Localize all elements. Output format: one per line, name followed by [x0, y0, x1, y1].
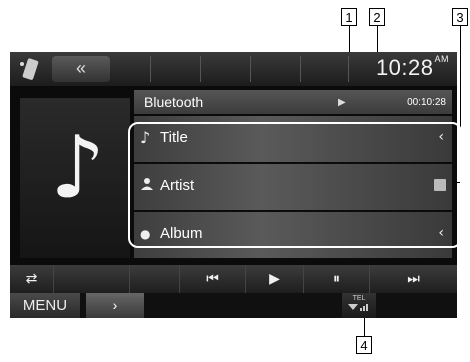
menu-button[interactable]: MENU: [10, 293, 80, 318]
play-state-icon: ▶: [338, 97, 346, 108]
topbar-divider: [300, 56, 301, 82]
music-source-icon[interactable]: [16, 56, 44, 82]
top-bar: « 10:28AM: [10, 52, 457, 86]
pause-button[interactable]: ⏸: [304, 265, 370, 293]
topbar-divider: [250, 56, 251, 82]
info-highlight-frame: [128, 122, 462, 248]
next-track-button[interactable]: ⏭: [370, 265, 457, 293]
clock-time: 10:28: [375, 55, 434, 80]
repeat-button[interactable]: ⇄: [10, 265, 54, 293]
leader-line-4: [364, 316, 365, 336]
topbar-divider: [200, 56, 201, 82]
callout-3: 3: [452, 8, 468, 26]
empty-slot: [54, 265, 130, 293]
next-page-button[interactable]: ›: [86, 293, 144, 318]
music-note-icon: ♪: [50, 118, 105, 218]
phone-signal-icon: [348, 304, 368, 311]
back-button[interactable]: «: [52, 56, 110, 82]
topbar-divider: [150, 56, 151, 82]
empty-slot: [130, 265, 180, 293]
tel-button[interactable]: TEL: [342, 293, 376, 318]
previous-track-button[interactable]: ⏮: [180, 265, 246, 293]
callout-1: 1: [341, 8, 357, 26]
callout-4: 4: [356, 336, 372, 354]
source-name: Bluetooth: [144, 94, 204, 110]
topbar-divider: [348, 56, 349, 82]
album-art[interactable]: ♪: [20, 98, 130, 258]
playback-control-bar: ⇄ ⏮ ▶ ⏸ ⏭: [10, 265, 457, 293]
elapsed-time: 00:10:28: [407, 97, 446, 108]
clock-suffix: AM: [434, 54, 449, 64]
play-button[interactable]: ▶: [246, 265, 304, 293]
source-bar: Bluetooth ▶ 00:10:28: [134, 90, 452, 114]
tel-label: TEL: [352, 295, 366, 302]
bottom-bar: MENU › TEL: [10, 293, 457, 318]
clock: 10:28AM: [376, 55, 449, 81]
callout-2: 2: [369, 8, 385, 26]
